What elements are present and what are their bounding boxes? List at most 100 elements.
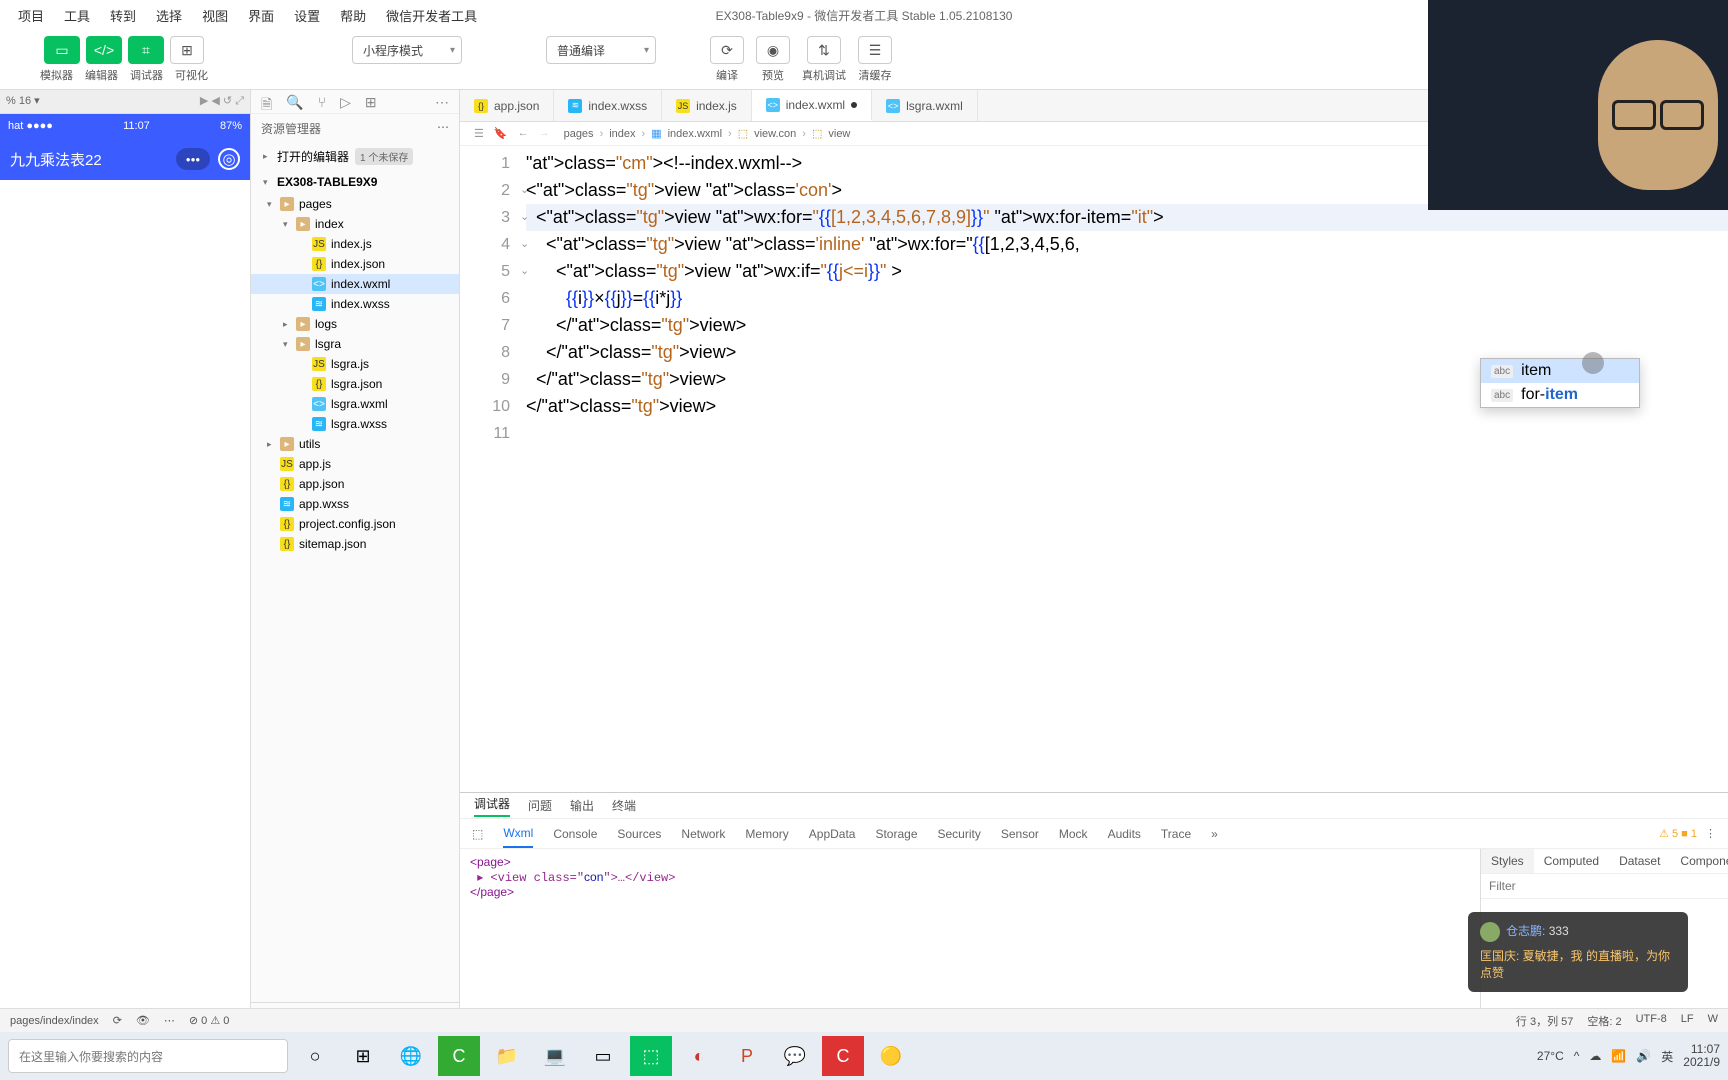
visual-toggle[interactable]: ⊞ (170, 36, 204, 64)
inspect-icon[interactable]: ⬚ (472, 827, 483, 841)
task-taskview-icon[interactable]: ⊞ (342, 1036, 384, 1076)
menu-select[interactable]: 选择 (146, 6, 192, 25)
menu-tools[interactable]: 工具 (54, 6, 100, 25)
ac-item-1[interactable]: abcfor-item (1481, 383, 1639, 407)
devsub-console[interactable]: Console (553, 827, 597, 841)
tree-item-sitemap.json[interactable]: {}sitemap.json (251, 534, 459, 554)
devsub-sensor[interactable]: Sensor (1001, 827, 1039, 841)
more-icon[interactable]: ⋯ (435, 94, 449, 109)
task-app1-icon[interactable]: C (438, 1036, 480, 1076)
menu-help[interactable]: 帮助 (330, 6, 376, 25)
task-ppt-icon[interactable]: P (726, 1036, 768, 1076)
taskbar-search[interactable]: 在这里输入你要搜索的内容 (8, 1039, 288, 1073)
status-indent[interactable]: 空格: 2 (1587, 1013, 1621, 1029)
tab-lsgra.wxml[interactable]: <>lsgra.wxml (872, 90, 978, 121)
task-app5-icon[interactable]: 🟡 (870, 1036, 912, 1076)
task-wechat-icon[interactable]: 💬 (774, 1036, 816, 1076)
devtab-debugger[interactable]: 调试器 (474, 795, 510, 817)
devsub-storage[interactable]: Storage (875, 827, 917, 841)
tray-ime[interactable]: 英 (1661, 1048, 1673, 1065)
status-linecol[interactable]: 行 3，列 57 (1516, 1013, 1573, 1029)
devtab-output[interactable]: 输出 (570, 797, 594, 814)
menu-wechat[interactable]: 微信开发者工具 (376, 6, 487, 25)
task-edge-icon[interactable]: 🌐 (390, 1036, 432, 1076)
debugger-toggle[interactable]: ⌗ (128, 36, 164, 64)
tree-item-lsgra.wxml[interactable]: <>lsgra.wxml (251, 394, 459, 414)
status-errors[interactable]: ⊘ 0 ⚠ 0 (189, 1014, 229, 1027)
menu-goto[interactable]: 转到 (100, 6, 146, 25)
menu-ui[interactable]: 界面 (238, 6, 284, 25)
devsub-sources[interactable]: Sources (617, 827, 661, 841)
styles-filter[interactable] (1481, 874, 1728, 899)
status-sync-icon[interactable]: ⟳ (113, 1014, 122, 1027)
devsub-appdata[interactable]: AppData (809, 827, 856, 841)
back-icon[interactable]: ← (518, 127, 529, 140)
task-cortana-icon[interactable]: ○ (294, 1036, 336, 1076)
status-eye-icon[interactable]: 👁 (136, 1014, 150, 1027)
tab-index.wxml[interactable]: <>index.wxml (752, 90, 872, 121)
preview-button[interactable]: ◉ (756, 36, 790, 64)
list-icon[interactable]: ☰ (474, 127, 484, 140)
tree-item-index[interactable]: ▾▸index (251, 214, 459, 234)
tray-chevron-icon[interactable]: ^ (1574, 1049, 1580, 1063)
tree-item-lsgra.js[interactable]: JSlsgra.js (251, 354, 459, 374)
system-tray[interactable]: 27°C ^ ☁ 📶 🔊 英 11:072021/9 (1537, 1043, 1720, 1069)
task-app2-icon[interactable]: 💻 (534, 1036, 576, 1076)
menu-project[interactable]: 项目 (8, 6, 54, 25)
tree-item-index.js[interactable]: JSindex.js (251, 234, 459, 254)
menu-view[interactable]: 视图 (192, 6, 238, 25)
crumb-2[interactable]: index.wxml (668, 128, 722, 140)
tree-item-utils[interactable]: ▸▸utils (251, 434, 459, 454)
task-terminal-icon[interactable]: ▭ (582, 1036, 624, 1076)
tab-index.js[interactable]: JSindex.js (662, 90, 752, 121)
tree-item-logs[interactable]: ▸▸logs (251, 314, 459, 334)
computed-tab[interactable]: Computed (1534, 849, 1609, 873)
devsub-trace[interactable]: Trace (1161, 827, 1191, 841)
editor-toggle[interactable]: </> (86, 36, 122, 64)
warn-count[interactable]: ⚠ 5 ■ 1 (1659, 827, 1697, 840)
project-root[interactable]: ▾EX308-TABLE9X9 (251, 170, 459, 194)
tray-time[interactable]: 11:07 (1691, 1042, 1720, 1056)
tray-weather[interactable]: 27°C (1537, 1049, 1564, 1063)
tray-volume-icon[interactable]: 🔊 (1636, 1049, 1651, 1063)
extension-icon[interactable]: ⊞ (365, 94, 377, 109)
menu-settings[interactable]: 设置 (284, 6, 330, 25)
devsub-audits[interactable]: Audits (1108, 827, 1141, 841)
devsub-security[interactable]: Security (938, 827, 981, 841)
tree-item-index.wxml[interactable]: <>index.wxml (251, 274, 459, 294)
status-more[interactable]: ⋯ (164, 1014, 175, 1027)
tree-item-lsgra.wxss[interactable]: ≋lsgra.wxss (251, 414, 459, 434)
tree-item-app.js[interactable]: JSapp.js (251, 454, 459, 474)
tree-item-app.json[interactable]: {}app.json (251, 474, 459, 494)
task-wechatdev-icon[interactable]: ⬚ (630, 1036, 672, 1076)
branch-icon[interactable]: ⑂ (318, 94, 326, 109)
tray-wifi-icon[interactable]: 📶 (1611, 1049, 1626, 1063)
devsub-memory[interactable]: Memory (745, 827, 788, 841)
remote-debug-button[interactable]: ⇅ (807, 36, 841, 64)
ac-item-0[interactable]: abcitem (1481, 359, 1639, 383)
status-encoding[interactable]: UTF-8 (1636, 1013, 1667, 1029)
crumb-1[interactable]: index (609, 128, 635, 140)
tree-item-lsgra.json[interactable]: {}lsgra.json (251, 374, 459, 394)
tray-date[interactable]: 2021/9 (1683, 1055, 1720, 1069)
tree-item-app.wxss[interactable]: ≋app.wxss (251, 494, 459, 514)
explorer-more-icon[interactable]: ⋯ (437, 120, 449, 137)
compile-dropdown[interactable]: 普通编译 (546, 36, 656, 64)
capsule-more-icon[interactable]: ●●● (176, 148, 210, 170)
bookmark-icon[interactable]: 🔖 (494, 127, 508, 140)
task-app3-icon[interactable]: ◐ (678, 1036, 720, 1076)
open-editors-section[interactable]: ▸打开的编辑器 1 个未保存 (251, 143, 459, 170)
tree-item-index.json[interactable]: {}index.json (251, 254, 459, 274)
component-tab[interactable]: Compone (1670, 849, 1728, 873)
sim-zoom[interactable]: % 16 ▾ (6, 95, 40, 107)
tree-item-lsgra[interactable]: ▾▸lsgra (251, 334, 459, 354)
crumb-3[interactable]: view.con (754, 128, 796, 140)
files-icon[interactable]: 🗎 (261, 94, 272, 109)
status-eol[interactable]: LF (1681, 1013, 1694, 1029)
autocomplete-popup[interactable]: abcitem abcfor-item (1480, 358, 1640, 408)
clear-cache-button[interactable]: ☰ (858, 36, 892, 64)
debug-icon[interactable]: ▷ (340, 94, 351, 109)
simulator-toggle[interactable]: ▭ (44, 36, 80, 64)
tree-item-project.config.json[interactable]: {}project.config.json (251, 514, 459, 534)
code-editor[interactable]: 1234567891011 ⌄⌄⌄⌄ "at">class="cm"><!--i… (460, 146, 1728, 792)
